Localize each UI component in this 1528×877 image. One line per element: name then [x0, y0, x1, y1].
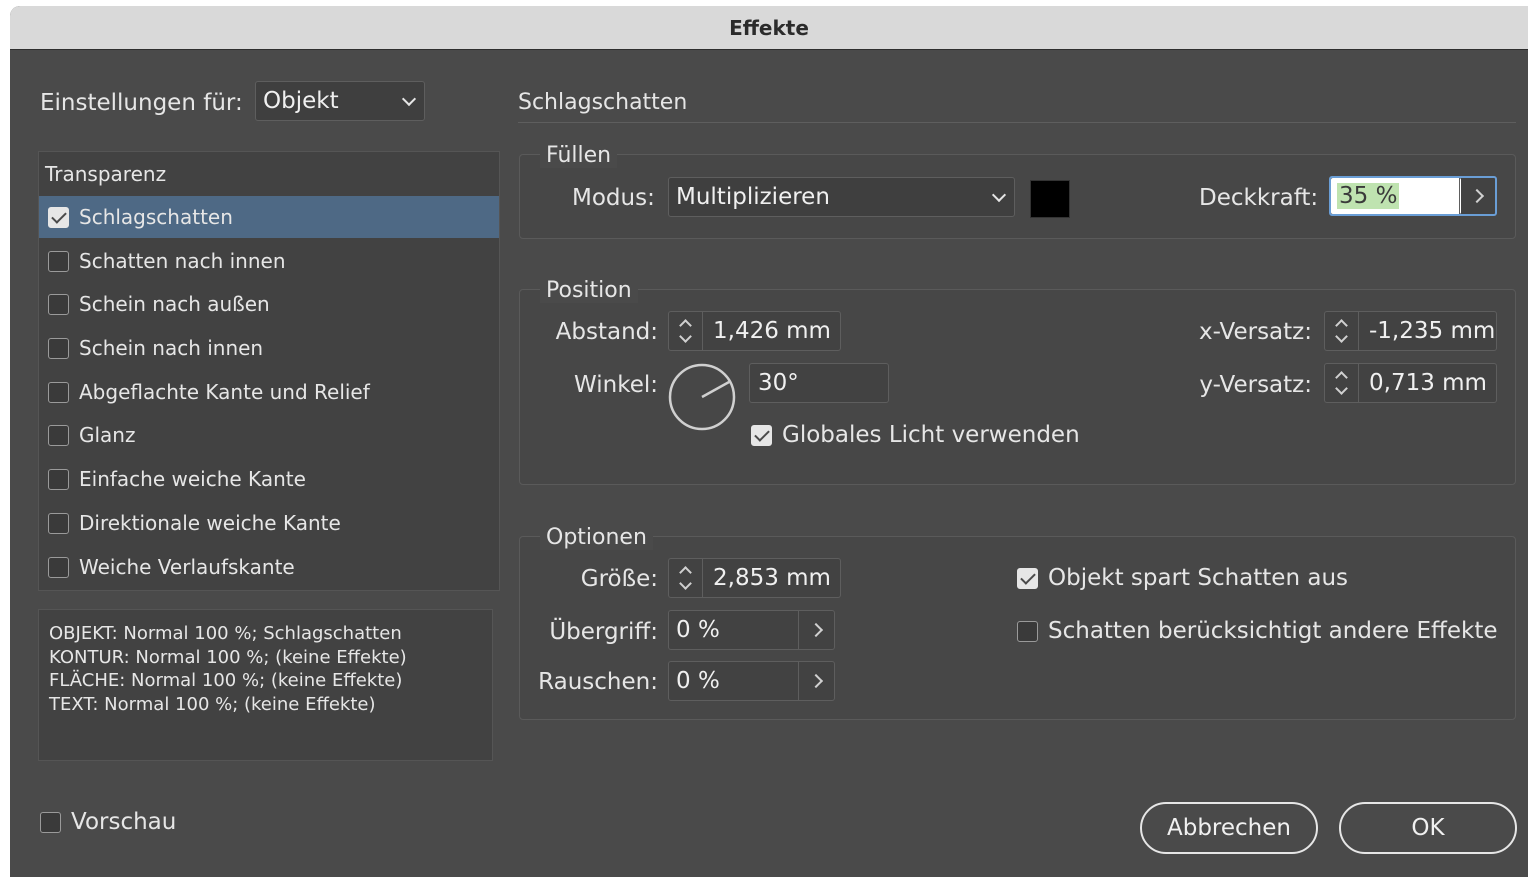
y-offset-stepper-arrows-icon[interactable]: [1325, 364, 1359, 402]
preview-checkbox[interactable]: [40, 811, 61, 833]
list-item-basic-feather[interactable]: Einfache weiche Kante: [39, 458, 499, 500]
preview-option[interactable]: Vorschau: [40, 809, 176, 835]
mode-label: Modus:: [572, 185, 655, 211]
opacity-input[interactable]: 35 %: [1331, 178, 1461, 214]
spread-field[interactable]: 0 %: [668, 610, 835, 650]
noise-popup-arrow-icon[interactable]: [798, 662, 834, 700]
list-item-label: Einfache weiche Kante: [79, 467, 306, 491]
list-item-label: Glanz: [79, 423, 136, 447]
ok-button[interactable]: OK: [1339, 802, 1517, 854]
x-offset-stepper-arrows-icon[interactable]: [1325, 312, 1359, 350]
opacity-field[interactable]: 35 %: [1329, 176, 1497, 216]
section-title: Schlagschatten: [518, 90, 688, 115]
bevel-emboss-checkbox[interactable]: [48, 381, 69, 403]
effects-list: Transparenz Schlagschatten Schatten nach…: [38, 151, 500, 591]
honor-effects-label: Schatten berücksichtigt andere Effekte: [1048, 618, 1498, 644]
list-item-inner-shadow[interactable]: Schatten nach innen: [39, 240, 499, 282]
effects-dialog: Effekte Einstellungen für: Objekt Transp…: [10, 6, 1528, 877]
angle-dial-icon[interactable]: [667, 362, 737, 432]
global-light-label: Globales Licht verwenden: [782, 422, 1080, 448]
list-item-satin[interactable]: Glanz: [39, 414, 499, 456]
opacity-value: 35 %: [1337, 183, 1400, 209]
effects-summary: OBJEKT: Normal 100 %; Schlagschatten KON…: [38, 609, 493, 761]
angle-value: 30°: [758, 370, 799, 396]
blend-mode-select[interactable]: Multiplizieren: [668, 177, 1015, 217]
distance-stepper-arrows-icon[interactable]: [669, 312, 703, 350]
noise-label: Rauschen:: [538, 669, 658, 695]
global-light-checkbox[interactable]: [751, 424, 772, 446]
list-item-label: Direktionale weiche Kante: [79, 511, 341, 535]
global-light-option[interactable]: Globales Licht verwenden: [751, 422, 1080, 448]
list-item-label: Weiche Verlaufskante: [79, 555, 295, 579]
spread-label: Übergriff:: [549, 619, 658, 645]
basic-feather-checkbox[interactable]: [48, 468, 69, 490]
distance-value[interactable]: 1,426 mm: [713, 312, 831, 350]
list-item-outer-glow[interactable]: Schein nach außen: [39, 283, 499, 325]
x-offset-value[interactable]: -1,235 mm: [1369, 312, 1495, 350]
y-offset-label: y-Versatz:: [1199, 372, 1312, 398]
angle-label: Winkel:: [574, 372, 658, 398]
list-item-label: Abgeflachte Kante und Relief: [79, 380, 370, 404]
summary-line-object: OBJEKT: Normal 100 %; Schlagschatten: [49, 623, 402, 644]
knockout-option[interactable]: Objekt spart Schatten aus: [1017, 565, 1348, 591]
angle-input[interactable]: 30°: [749, 363, 889, 403]
x-offset-stepper[interactable]: -1,235 mm: [1324, 311, 1497, 351]
list-item-directional-feather[interactable]: Direktionale weiche Kante: [39, 502, 499, 544]
opacity-popup-arrow-icon[interactable]: [1459, 178, 1495, 214]
noise-value[interactable]: 0 %: [676, 668, 720, 694]
list-item-label: Schlagschatten: [79, 205, 233, 229]
summary-line-text: TEXT: Normal 100 %; (keine Effekte): [49, 693, 376, 715]
size-label: Größe:: [580, 566, 658, 592]
size-stepper[interactable]: 2,853 mm: [668, 558, 841, 598]
size-stepper-arrows-icon[interactable]: [669, 559, 703, 597]
spread-popup-arrow-icon[interactable]: [798, 611, 834, 649]
distance-label: Abstand:: [555, 319, 658, 345]
settings-for-label: Einstellungen für:: [40, 90, 243, 116]
inner-shadow-checkbox[interactable]: [48, 250, 69, 272]
list-item-inner-glow[interactable]: Schein nach innen: [39, 327, 499, 369]
opacity-label: Deckkraft:: [1199, 185, 1319, 211]
list-item-bevel-emboss[interactable]: Abgeflachte Kante und Relief: [39, 371, 499, 413]
summary-line-fill: FLÄCHE: Normal 100 %; (keine Effekte): [49, 670, 403, 691]
noise-field[interactable]: 0 %: [668, 661, 835, 701]
gradient-feather-checkbox[interactable]: [48, 556, 69, 578]
satin-checkbox[interactable]: [48, 424, 69, 446]
honor-effects-option[interactable]: Schatten berücksichtigt andere Effekte: [1017, 618, 1498, 644]
knockout-checkbox[interactable]: [1017, 567, 1038, 589]
y-offset-stepper[interactable]: 0,713 mm: [1324, 363, 1497, 403]
options-group-title: Optionen: [540, 525, 653, 550]
list-item-drop-shadow[interactable]: Schlagschatten: [39, 196, 499, 238]
outer-glow-checkbox[interactable]: [48, 293, 69, 315]
settings-for-value: Objekt: [263, 88, 339, 114]
list-item-label: Schein nach außen: [79, 292, 270, 316]
window-title: Effekte: [10, 6, 1528, 50]
summary-line-stroke: KONTUR: Normal 100 %; (keine Effekte): [49, 646, 407, 668]
list-item-label: Schatten nach innen: [79, 249, 286, 273]
knockout-label: Objekt spart Schatten aus: [1048, 565, 1348, 591]
honor-effects-checkbox[interactable]: [1017, 620, 1038, 642]
settings-for-select[interactable]: Objekt: [255, 81, 425, 121]
position-group-title: Position: [540, 278, 638, 303]
cancel-button[interactable]: Abbrechen: [1140, 802, 1318, 854]
fill-group-title: Füllen: [540, 143, 618, 168]
chevron-down-icon: [991, 187, 1007, 203]
preview-label: Vorschau: [71, 809, 177, 835]
list-item-label: Schein nach innen: [79, 336, 264, 360]
section-divider: [518, 122, 1516, 123]
drop-shadow-checkbox[interactable]: [48, 206, 69, 228]
y-offset-value[interactable]: 0,713 mm: [1369, 364, 1487, 402]
blend-mode-value: Multiplizieren: [676, 184, 830, 210]
distance-stepper[interactable]: 1,426 mm: [668, 311, 841, 351]
chevron-down-icon: [401, 91, 417, 107]
inner-glow-checkbox[interactable]: [48, 337, 69, 359]
size-value[interactable]: 2,853 mm: [713, 559, 831, 597]
x-offset-label: x-Versatz:: [1198, 319, 1312, 345]
spread-value[interactable]: 0 %: [676, 617, 720, 643]
list-header-transparency[interactable]: Transparenz: [45, 162, 166, 186]
list-item-gradient-feather[interactable]: Weiche Verlaufskante: [39, 546, 499, 588]
shadow-color-swatch[interactable]: [1030, 180, 1070, 218]
directional-feather-checkbox[interactable]: [48, 512, 69, 534]
